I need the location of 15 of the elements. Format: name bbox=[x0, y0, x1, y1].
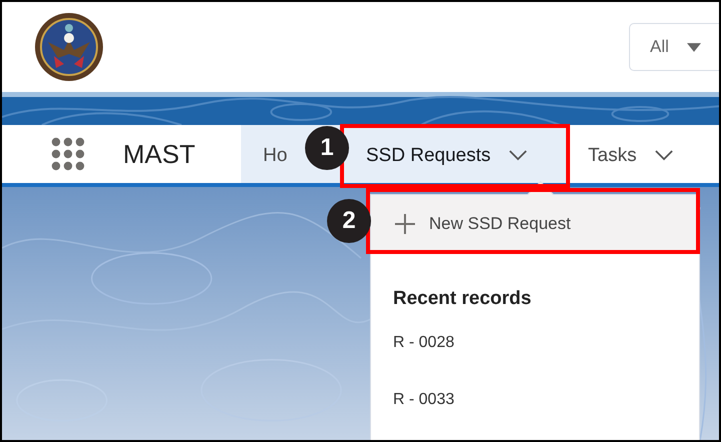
chevron-down-icon[interactable] bbox=[654, 150, 673, 161]
nav-tab[interactable]: Tasks bbox=[566, 125, 695, 183]
menu-item-label: New SSD Request bbox=[429, 214, 571, 234]
search-scope-dropdown[interactable]: All bbox=[629, 23, 719, 71]
nav-tab[interactable]: Ho bbox=[241, 125, 304, 183]
caret-icon bbox=[686, 42, 701, 52]
section-title: Recent records bbox=[392, 287, 532, 311]
nav-tab[interactable]: SSD Requests bbox=[348, 125, 566, 183]
app-name: MAST bbox=[123, 138, 196, 170]
chevron-down-icon[interactable] bbox=[508, 150, 527, 161]
seal-logo bbox=[34, 12, 104, 82]
plus-icon bbox=[395, 214, 415, 234]
record-link[interactable]: R - 0028 bbox=[371, 314, 699, 371]
record-link[interactable]: R - 0033 bbox=[371, 371, 699, 428]
app-launcher-icon[interactable] bbox=[51, 137, 85, 171]
